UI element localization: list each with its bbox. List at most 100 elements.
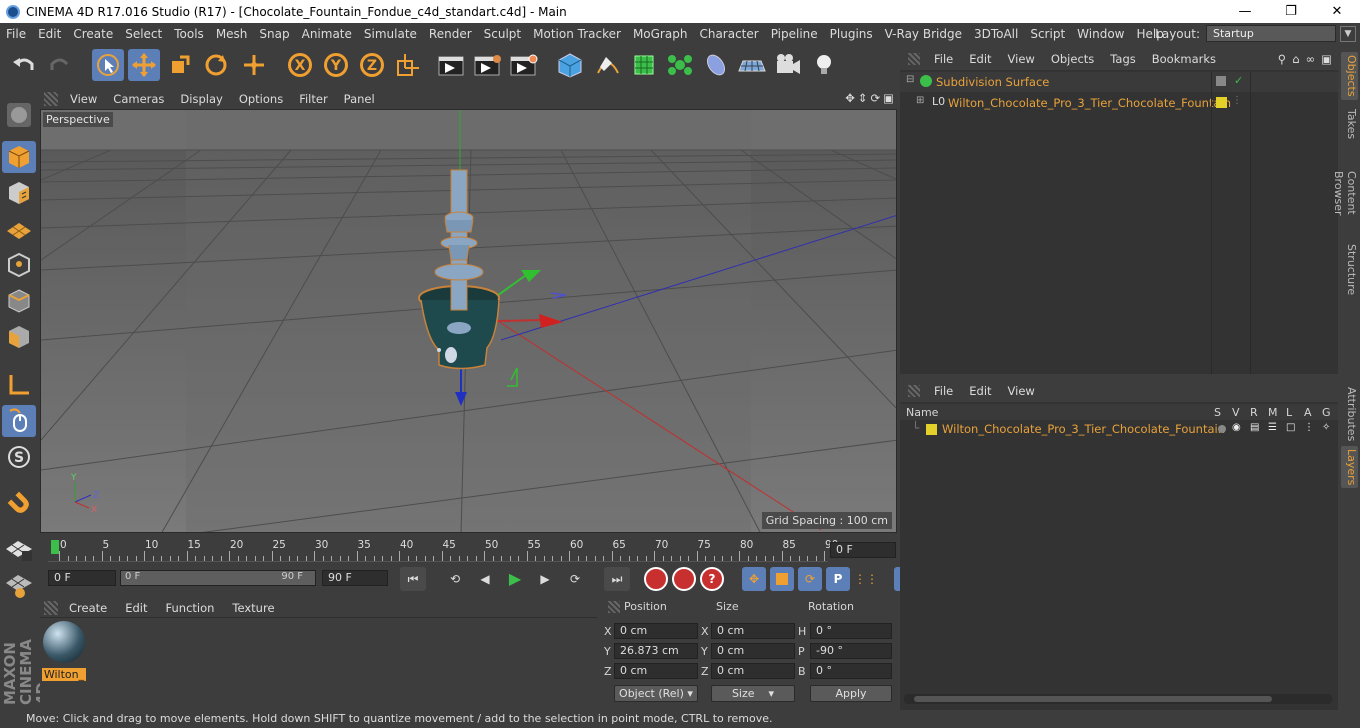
close-button[interactable]: ✕ [1314, 0, 1360, 23]
key-position-icon[interactable]: ✥ [742, 567, 766, 591]
size-mode-dropdown[interactable]: Size ▾ [711, 685, 795, 702]
position-x-field[interactable]: 0 cm [614, 623, 698, 639]
generator-icon[interactable]: ✧ [1322, 422, 1330, 433]
axis-mode-icon[interactable] [2, 369, 36, 401]
tab-structure[interactable]: Structure [1341, 244, 1358, 296]
new-panel-icon[interactable]: ▣ [1321, 52, 1332, 66]
viewport-menu-cameras[interactable]: Cameras [105, 92, 172, 106]
position-y-field[interactable]: 26.873 cm [614, 643, 698, 659]
objects-menu-file[interactable]: File [926, 52, 961, 66]
render-clapper-icon[interactable]: ▤ [1250, 422, 1259, 433]
menu-edit[interactable]: Edit [32, 27, 67, 41]
visibility-editor-icon[interactable] [1216, 76, 1226, 86]
object-row[interactable]: ⊟ Subdivision Surface ✓ [900, 72, 1338, 92]
camera-icon[interactable] [772, 49, 804, 81]
texture-mode-icon[interactable] [2, 177, 36, 209]
home-icon[interactable]: ⌂ [1292, 52, 1299, 66]
size-y-field[interactable]: 0 cm [711, 643, 795, 659]
previous-key-icon[interactable]: ⟲ [442, 567, 468, 591]
viewport-move-icon[interactable]: ✥ [845, 91, 855, 105]
collapse-icon[interactable]: ⊟ [906, 74, 914, 85]
viewport-menu-options[interactable]: Options [231, 92, 291, 106]
autokey-icon[interactable] [672, 567, 696, 591]
menu-script[interactable]: Script [1024, 27, 1071, 41]
rotate-tool-icon[interactable] [200, 49, 232, 81]
y-axis-lock-icon[interactable]: Y [320, 49, 352, 81]
layer-color-icon[interactable] [1216, 97, 1227, 108]
play-icon[interactable]: ▶ [502, 567, 528, 591]
position-z-field[interactable]: 0 cm [614, 663, 698, 679]
tab-objects[interactable]: Objects [1341, 52, 1358, 100]
next-frame-icon[interactable]: ▶ [532, 567, 558, 591]
deformer-icon[interactable] [700, 49, 732, 81]
polygons-mode-icon[interactable] [2, 321, 36, 353]
move-tool-icon[interactable] [128, 49, 160, 81]
key-scale-icon[interactable] [770, 567, 794, 591]
layers-menu-edit[interactable]: Edit [961, 384, 999, 398]
rotation-h-field[interactable]: 0 ° [810, 623, 892, 639]
cube-primitive-icon[interactable] [554, 49, 586, 81]
viewport-menu-display[interactable]: Display [172, 92, 230, 106]
viewport-zoom-icon[interactable]: ⇕ [858, 91, 868, 105]
material-swatch[interactable]: Wilton_ [42, 620, 86, 681]
menu-motion-tracker[interactable]: Motion Tracker [527, 27, 627, 41]
column-manager[interactable]: M [1268, 406, 1278, 419]
undo-icon[interactable] [8, 49, 40, 81]
x-axis-lock-icon[interactable]: X [284, 49, 316, 81]
cloner-icon[interactable] [664, 49, 696, 81]
model-mode-icon[interactable] [2, 141, 36, 173]
column-animation[interactable]: A [1304, 406, 1312, 419]
menu-simulate[interactable]: Simulate [358, 27, 423, 41]
menu-window[interactable]: Window [1071, 27, 1130, 41]
lock-icon[interactable]: □ [1286, 422, 1295, 433]
eye-icon[interactable]: ◉ [1232, 422, 1241, 433]
render-picture-viewer-icon[interactable] [472, 49, 504, 81]
viewport-menu-view[interactable]: View [62, 92, 105, 106]
goto-start-icon[interactable]: ⏮ [400, 567, 426, 591]
size-z-field[interactable]: 0 cm [711, 663, 795, 679]
menu-3dtoall[interactable]: 3DToAll [968, 27, 1024, 41]
rotation-p-field[interactable]: -90 ° [810, 643, 892, 659]
render-view-icon[interactable] [436, 49, 468, 81]
object-name[interactable]: Subdivision Surface [936, 75, 1049, 89]
points-mode-icon[interactable] [2, 249, 36, 281]
current-frame-field[interactable]: 0 F [830, 542, 896, 558]
layers-menu-file[interactable]: File [926, 384, 961, 398]
menu-mesh[interactable]: Mesh [210, 27, 254, 41]
light-icon[interactable] [808, 49, 840, 81]
planar-workplane-icon[interactable] [2, 569, 36, 601]
goto-end-icon[interactable]: ⏭ [604, 567, 630, 591]
minimize-button[interactable]: — [1222, 0, 1268, 23]
pen-spline-icon[interactable] [592, 49, 624, 81]
menu-create[interactable]: Create [67, 27, 119, 41]
timeline-ruler[interactable]: 051015202530354045505560657075808590 0 F [40, 536, 898, 564]
material-menu-edit[interactable]: Edit [116, 601, 156, 615]
tab-takes[interactable]: Takes [1341, 106, 1358, 142]
column-generators[interactable]: G [1322, 406, 1331, 419]
menu-animate[interactable]: Animate [296, 27, 358, 41]
apply-button[interactable]: Apply [810, 685, 892, 702]
animation-icon[interactable]: ⋮ [1304, 422, 1314, 433]
objects-menu-tags[interactable]: Tags [1102, 52, 1143, 66]
column-solo[interactable]: S [1214, 406, 1221, 419]
tweak-mode-icon[interactable] [2, 405, 36, 437]
column-locked[interactable]: L [1286, 406, 1292, 419]
search-icon[interactable]: ⚲ [1278, 52, 1286, 66]
frame-ruler[interactable]: 051015202530354045505560657075808590 [48, 538, 838, 562]
menu-plugins[interactable]: Plugins [824, 27, 879, 41]
object-row[interactable]: ⊞ L0 Wilton_Chocolate_Pro_3_Tier_Chocola… [900, 93, 1338, 113]
next-key-icon[interactable]: ⟳ [562, 567, 588, 591]
object-name[interactable]: Wilton_Chocolate_Pro_3_Tier_Chocolate_Fo… [948, 96, 1231, 110]
magnet-icon[interactable] [2, 487, 36, 519]
key-pla-icon[interactable]: ⋮⋮ [854, 567, 878, 591]
menu-v-ray-bridge[interactable]: V-Ray Bridge [879, 27, 968, 41]
objects-menu-view[interactable]: View [1000, 52, 1043, 66]
workplane-mode-icon[interactable] [2, 213, 36, 245]
viewport-rotate-icon[interactable]: ⟳ [870, 91, 880, 105]
column-view[interactable]: V [1232, 406, 1240, 419]
menu-file[interactable]: File [0, 27, 32, 41]
material-menu-function[interactable]: Function [157, 601, 224, 615]
column-render[interactable]: R [1250, 406, 1258, 419]
menu-snap[interactable]: Snap [253, 27, 295, 41]
menu-select[interactable]: Select [119, 27, 168, 41]
